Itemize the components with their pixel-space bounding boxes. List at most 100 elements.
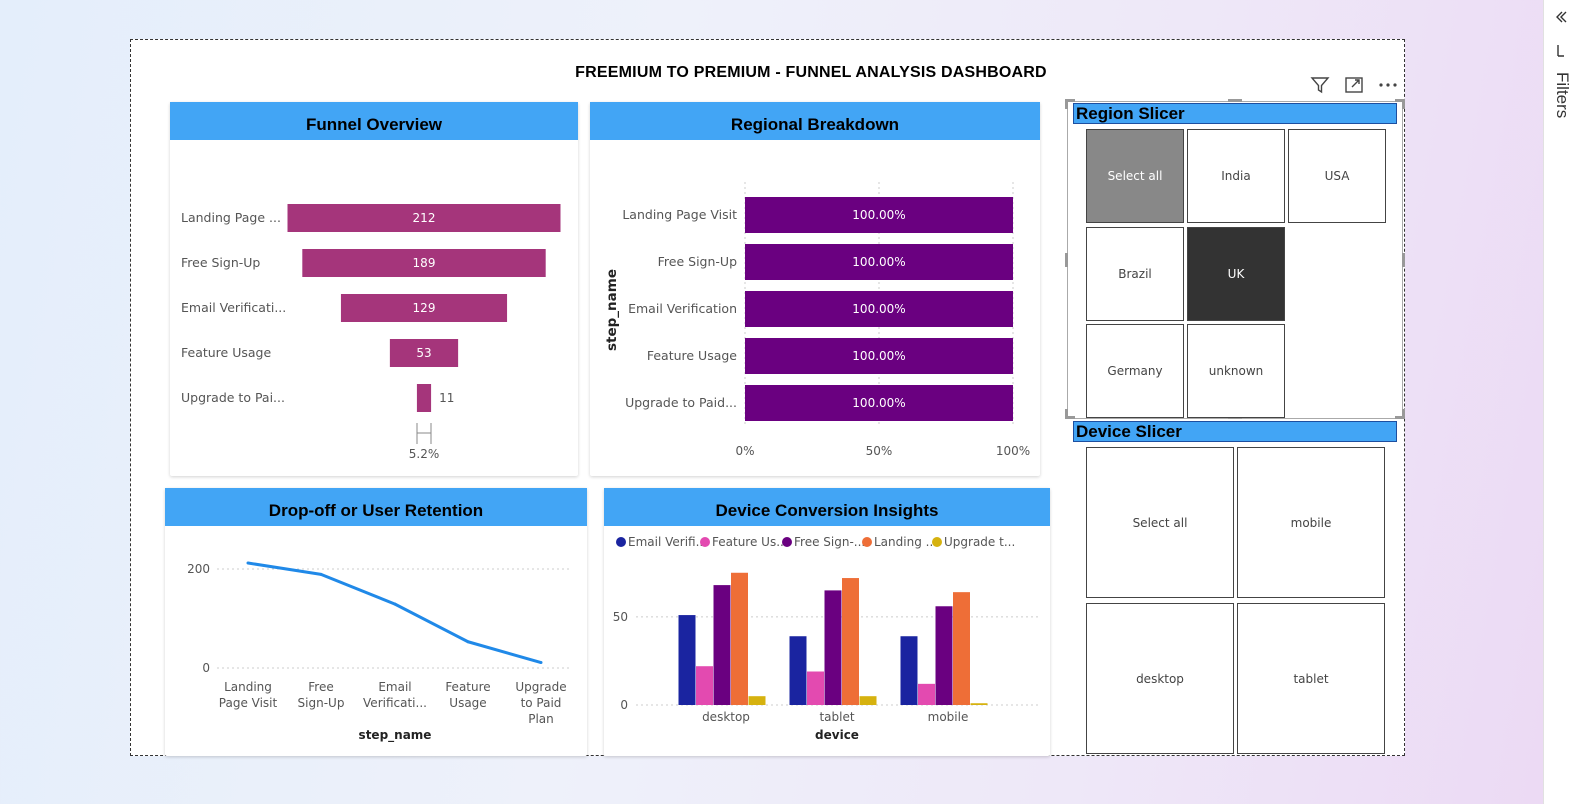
region-option-brazil[interactable]: Brazil	[1086, 227, 1184, 321]
device-option-select-all[interactable]: Select all	[1086, 447, 1234, 598]
legend-marker-icon	[700, 537, 710, 547]
dashboard-title: FREEMIUM TO PREMIUM - FUNNEL ANALYSIS DA…	[575, 64, 1047, 81]
regional-breakdown-card[interactable]: Regional Breakdown 0% 50% 100% Landing Page…	[590, 102, 1040, 476]
funnel-value-label: 53	[416, 346, 431, 360]
legend-label: Email Verifi...	[628, 535, 707, 549]
visual-toolbar	[1306, 72, 1406, 98]
x-tick-line: Page Visit	[219, 696, 278, 710]
y-tick-label: 0	[620, 698, 628, 712]
resize-handle-icon[interactable]	[1402, 253, 1405, 267]
region-slicer-title: Region Slicer	[1073, 103, 1397, 124]
x-tick-label: tablet	[819, 710, 854, 724]
filter-pane-icon	[1557, 45, 1564, 57]
x-tick-label: Upgrade to Paid Plan	[515, 680, 566, 726]
funnel-category-label: Email Verificati...	[181, 300, 286, 315]
device-bar	[748, 696, 766, 705]
device-bar	[824, 590, 842, 705]
retention-card[interactable]: Drop-off or User Retention 0 200 Landing Pa…	[165, 488, 587, 756]
x-tick-label: 100%	[996, 444, 1030, 458]
legend-label: Landing ...	[874, 535, 937, 549]
resize-handle-icon[interactable]	[1228, 99, 1242, 102]
region-option-usa[interactable]: USA	[1288, 129, 1386, 223]
x-tick-label: 50%	[866, 444, 893, 458]
x-tick-line: Feature	[445, 680, 490, 694]
x-tick-label: mobile	[928, 710, 969, 724]
device-option-mobile[interactable]: mobile	[1237, 447, 1385, 598]
device-bar	[859, 696, 877, 705]
device-bar	[713, 585, 731, 705]
resize-handle-icon[interactable]	[1065, 253, 1068, 267]
resize-handle-icon[interactable]	[1065, 99, 1068, 109]
retention-line	[247, 561, 542, 664]
region-value-label: 100.00%	[852, 349, 905, 363]
funnel-overview-card[interactable]: Funnel Overview Landing Page ... 212 Free …	[170, 102, 578, 476]
retention-point	[539, 661, 543, 665]
funnel-category-label: Upgrade to Pai...	[181, 390, 285, 405]
legend-marker-icon	[616, 537, 626, 547]
x-tick-label: Landing Page Visit	[219, 680, 278, 710]
device-bar	[900, 636, 918, 705]
region-option-unknown[interactable]: unknown	[1187, 324, 1285, 418]
filters-pane[interactable]	[1543, 0, 1576, 804]
region-category-label: Free Sign-Up	[658, 254, 737, 269]
x-tick-label: Feature Usage	[445, 680, 490, 710]
retention-point	[393, 602, 397, 606]
region-option-uk[interactable]: UK	[1187, 227, 1285, 321]
funnel-bar	[416, 384, 432, 412]
filter-icon[interactable]	[1306, 72, 1334, 98]
more-options-icon[interactable]	[1374, 72, 1402, 98]
region-option-germany[interactable]: Germany	[1086, 324, 1184, 418]
legend-label: Feature Us...	[712, 535, 788, 549]
device-bar	[935, 606, 953, 705]
filters-pane-label[interactable]: Filters	[1552, 72, 1572, 118]
conversion-bracket-icon	[416, 423, 432, 444]
x-tick-line: to Paid	[521, 696, 562, 710]
y-tick-label: 200	[187, 562, 210, 576]
x-tick-line: Email	[378, 680, 411, 694]
region-value-label: 100.00%	[852, 255, 905, 269]
device-bar	[731, 572, 748, 705]
device-option-desktop[interactable]: desktop	[1086, 603, 1234, 754]
x-tick-line: Plan	[528, 712, 554, 726]
x-tick-label: desktop	[702, 710, 750, 724]
region-option-india[interactable]: India	[1187, 129, 1285, 223]
region-value-label: 100.00%	[852, 302, 905, 316]
funnel-value-label: 212	[413, 211, 436, 225]
funnel-category-label: Landing Page ...	[181, 210, 281, 225]
funnel-value-label: 11	[439, 391, 454, 405]
x-axis-title: step_name	[359, 728, 432, 743]
device-option-tablet[interactable]: tablet	[1237, 603, 1385, 754]
x-tick-line: Verificati...	[363, 696, 427, 710]
region-category-label: Feature Usage	[647, 348, 737, 363]
device-bar	[678, 615, 696, 705]
funnel-category-label: Free Sign-Up	[181, 255, 260, 270]
resize-handle-icon[interactable]	[1402, 409, 1405, 419]
legend-marker-icon	[932, 537, 942, 547]
region-value-label: 100.00%	[852, 208, 905, 222]
collapse-chevron-icon[interactable]	[1554, 10, 1568, 24]
device-conversion-card[interactable]: Device Conversion Insights 0 50 desktop tab…	[604, 488, 1050, 756]
x-tick-line: Free	[308, 680, 333, 694]
retention-chart[interactable]: 0 200 Landing Page Visit Free Sign-Up Email Ver…	[165, 488, 587, 756]
focus-mode-icon[interactable]	[1340, 72, 1368, 98]
y-tick-label: 50	[613, 610, 628, 624]
device-chart[interactable]: 0 50 desktop tablet mobile device Email Verifi…	[604, 488, 1050, 756]
x-axis-title: device	[815, 728, 859, 742]
legend-marker-icon	[782, 537, 792, 547]
conversion-rate-label: 5.2%	[409, 447, 440, 461]
x-tick-line: Upgrade	[515, 680, 566, 694]
retention-point	[466, 640, 470, 644]
device-bar	[789, 636, 807, 705]
resize-handle-icon[interactable]	[1065, 409, 1068, 419]
regional-chart[interactable]: 0% 50% 100% Landing Page Visit 100.00% Free S…	[590, 102, 1040, 476]
x-tick-label: 0%	[735, 444, 754, 458]
funnel-category-label: Feature Usage	[181, 345, 271, 360]
y-axis-title: step_name	[604, 269, 620, 351]
funnel-chart[interactable]: Landing Page ... 212 Free Sign-Up 189 Email …	[170, 102, 578, 476]
x-tick-label: Email Verificati...	[363, 680, 427, 710]
region-option-select-all[interactable]: Select all	[1086, 129, 1184, 223]
resize-handle-icon[interactable]	[1402, 99, 1405, 109]
funnel-value-label: 129	[413, 301, 436, 315]
region-category-label: Landing Page Visit	[622, 207, 737, 222]
y-tick-label: 0	[202, 661, 210, 675]
